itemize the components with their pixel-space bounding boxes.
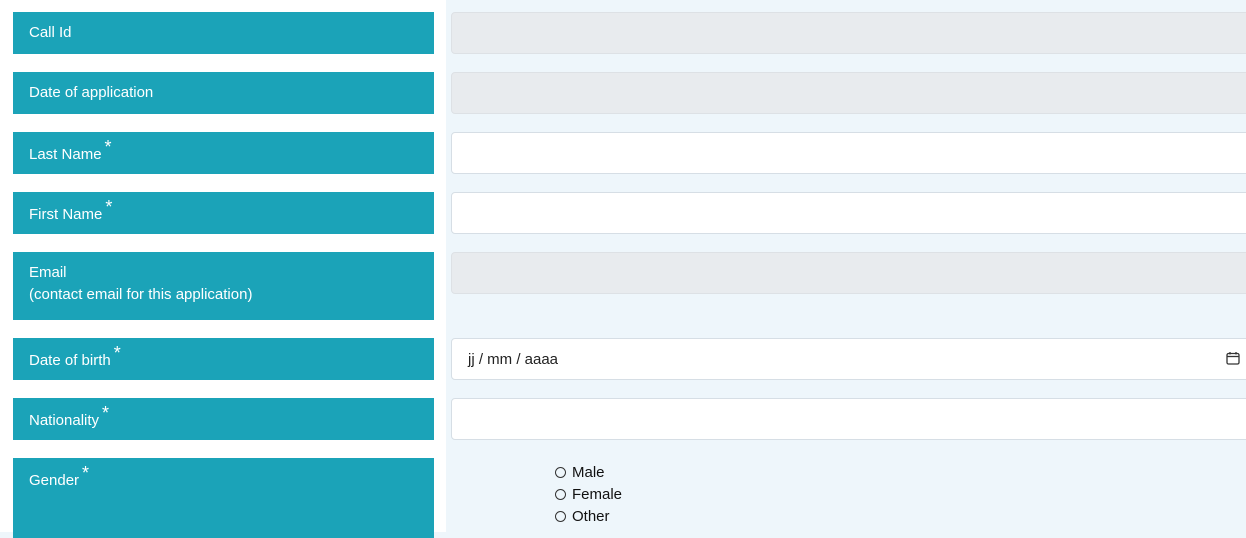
required-asterisk: * [104, 137, 112, 157]
call-id-label-text: Call Id [29, 24, 72, 41]
date-of-birth-label: Date of birth * [13, 338, 434, 380]
email-label-text: Email [29, 264, 67, 281]
last-name-label-text: Last Name [29, 146, 102, 163]
last-name-input[interactable] [451, 132, 1246, 174]
calendar-icon[interactable] [1226, 351, 1240, 370]
date-of-application-label: Date of application [13, 72, 434, 114]
date-of-birth-label-text: Date of birth [29, 352, 111, 369]
gender-label-text: Gender [29, 472, 80, 489]
first-name-label-text: First Name [29, 206, 103, 223]
email-sublabel-text: (contact email for this application) [29, 286, 253, 303]
call-id-field [451, 12, 1246, 54]
first-name-label: First Name * [13, 192, 434, 234]
required-asterisk: * [105, 197, 113, 217]
date-of-birth-input[interactable]: jj / mm / aaaa [451, 338, 1246, 380]
gender-radio-group: Male Female Other [555, 461, 622, 527]
date-of-application-label-text: Date of application [29, 84, 154, 101]
email-field [451, 252, 1246, 294]
radio-button[interactable] [555, 466, 566, 478]
call-id-label: Call Id [13, 12, 434, 54]
date-placeholder: jj / mm / aaaa [468, 351, 559, 368]
gender-label: Gender * [13, 458, 434, 538]
nationality-text-input[interactable] [452, 399, 1246, 439]
required-asterisk: * [82, 463, 90, 483]
required-asterisk: * [102, 403, 110, 423]
nationality-label: Nationality * [13, 398, 434, 440]
email-label: Email (contact email for this applicatio… [13, 252, 434, 320]
last-name-text-input[interactable] [452, 133, 1246, 173]
required-asterisk: * [113, 343, 121, 363]
first-name-text-input[interactable] [452, 193, 1246, 233]
date-of-application-field [451, 72, 1246, 114]
gender-option-male[interactable]: Male [555, 461, 622, 483]
last-name-label: Last Name * [13, 132, 434, 174]
nationality-input[interactable] [451, 398, 1246, 440]
radio-button[interactable] [555, 488, 566, 500]
first-name-input[interactable] [451, 192, 1246, 234]
gender-option-label: Other [572, 507, 610, 525]
gender-option-other[interactable]: Other [555, 505, 622, 527]
radio-button[interactable] [555, 510, 566, 522]
gender-option-label: Male [572, 463, 605, 481]
gender-option-female[interactable]: Female [555, 483, 622, 505]
nationality-label-text: Nationality [29, 412, 100, 429]
gender-option-label: Female [572, 485, 623, 503]
